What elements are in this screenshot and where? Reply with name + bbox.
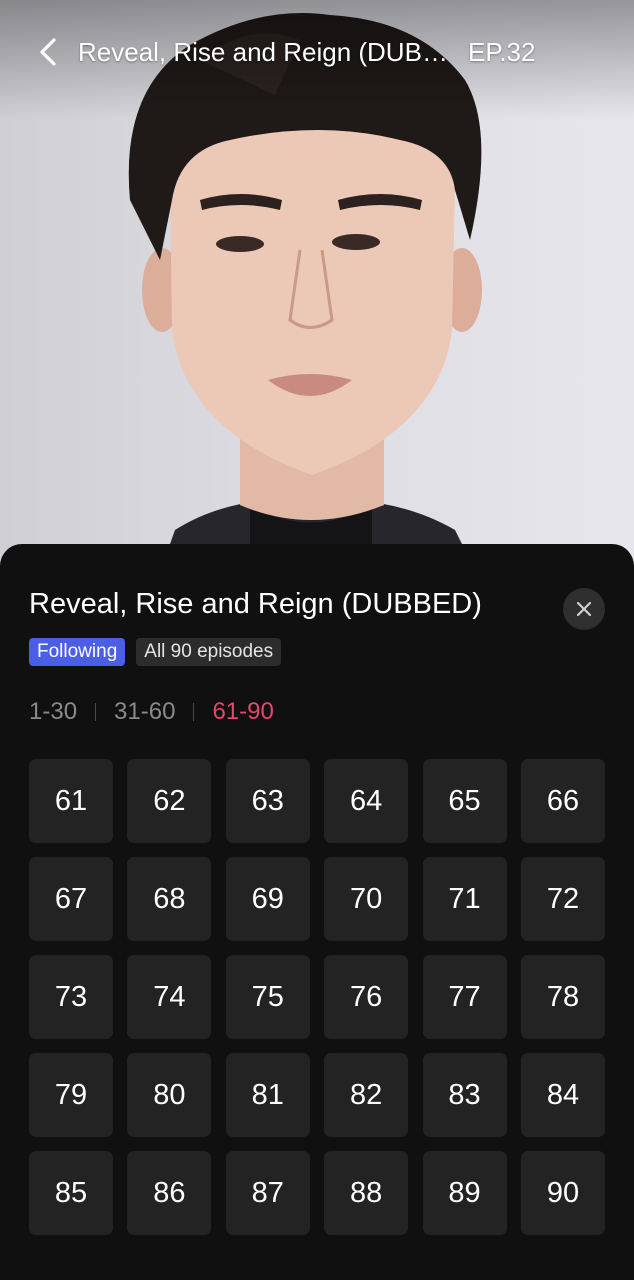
episode-button[interactable]: 70 [324,857,409,941]
episode-grid: 61 62 63 64 65 66 67 68 69 70 71 72 73 7… [29,759,605,1235]
episode-button[interactable]: 84 [520,1053,605,1137]
episode-button[interactable]: 80 [127,1053,212,1137]
episode-button[interactable]: 83 [422,1053,507,1137]
video-player[interactable]: Reveal, Rise and Reign (DUBBED) EP.32 [0,0,634,600]
episode-button[interactable]: 72 [520,857,605,941]
episode-button[interactable]: 66 [520,759,605,843]
episode-button[interactable]: 81 [225,1053,310,1137]
episode-button[interactable]: 90 [520,1151,605,1235]
episode-range-tabs: 1-30 31-60 61-90 [29,698,274,726]
episode-button[interactable]: 79 [29,1053,113,1137]
badge-row: Following All 90 episodes [29,638,282,666]
episode-button[interactable]: 64 [324,759,409,843]
episode-button[interactable]: 73 [29,955,113,1039]
episode-button[interactable]: 76 [324,955,409,1039]
episode-button[interactable]: 89 [422,1151,507,1235]
close-icon [576,601,592,617]
episode-button[interactable]: 78 [520,955,605,1039]
range-divider [95,703,97,721]
episode-button[interactable]: 61 [29,759,113,843]
episode-button[interactable]: 71 [422,857,507,941]
range-tab-31-60[interactable]: 31-60 [114,698,175,726]
episode-button[interactable]: 65 [422,759,507,843]
screen: Reveal, Rise and Reign (DUBBED) EP.32 Re… [0,0,634,1280]
chevron-left-icon [40,38,56,66]
episode-button[interactable]: 85 [29,1151,113,1235]
episode-button[interactable]: 75 [225,955,310,1039]
episode-button[interactable]: 77 [422,955,507,1039]
episode-button[interactable]: 69 [225,857,310,941]
episode-button[interactable]: 67 [29,857,113,941]
range-divider [193,703,195,721]
back-button[interactable] [28,30,68,74]
episode-count-badge: All 90 episodes [136,638,282,666]
top-bar: Reveal, Rise and Reign (DUBBED) EP.32 [0,26,634,78]
episode-button[interactable]: 74 [127,955,212,1039]
current-episode-label: EP.32 [468,36,536,67]
episode-button[interactable]: 82 [324,1053,409,1137]
episode-button[interactable]: 68 [127,857,212,941]
episode-button[interactable]: 62 [127,759,212,843]
episode-button[interactable]: 63 [225,759,310,843]
following-badge[interactable]: Following [29,638,126,666]
sheet-title: Reveal, Rise and Reign (DUBBED) [29,588,482,620]
range-tab-1-30[interactable]: 1-30 [29,698,77,726]
video-title: Reveal, Rise and Reign (DUBBED) [78,36,452,67]
episode-sheet: Reveal, Rise and Reign (DUBBED) Followin… [0,544,634,1280]
episode-button[interactable]: 87 [225,1151,310,1235]
range-tab-61-90[interactable]: 61-90 [212,698,273,726]
episode-button[interactable]: 88 [324,1151,409,1235]
episode-button[interactable]: 86 [127,1151,212,1235]
close-button[interactable] [563,588,605,630]
